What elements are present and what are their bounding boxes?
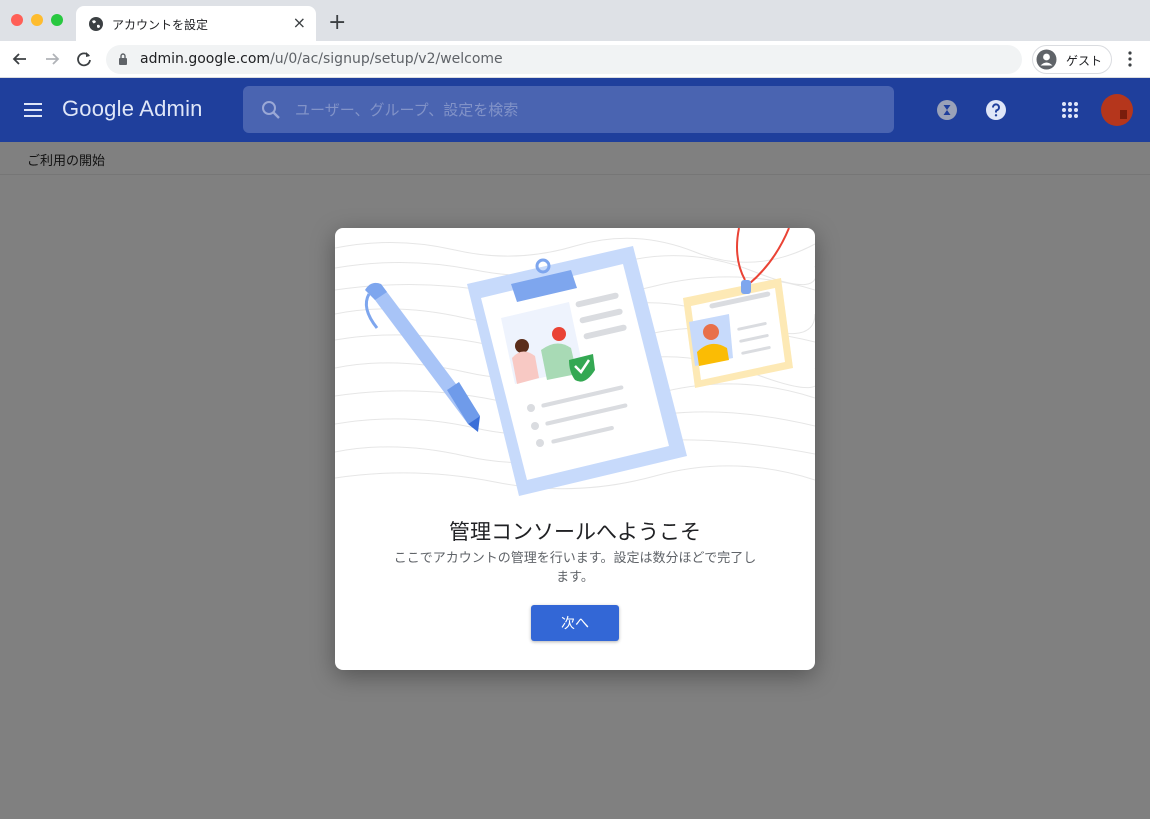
welcome-illustration xyxy=(335,228,815,496)
pen-illustration xyxy=(364,282,480,432)
address-bar[interactable]: admin.google.com/u/0/ac/signup/setup/v2/… xyxy=(106,45,1022,74)
apps-grid-icon[interactable] xyxy=(1059,99,1081,121)
profile-label: ゲスト xyxy=(1066,54,1103,68)
dialog-body-line2: ます。 xyxy=(556,570,594,585)
more-menu-icon[interactable] xyxy=(1124,49,1136,69)
tab-close-icon[interactable]: × xyxy=(293,14,306,32)
breadcrumb-bar: ご利用の開始 xyxy=(0,142,1150,175)
help-icon[interactable] xyxy=(985,99,1007,121)
avatar-mark xyxy=(1120,110,1127,119)
search-input[interactable] xyxy=(295,86,875,133)
globe-icon xyxy=(89,17,103,31)
dialog-body-line1: ここでアカウントの管理を行います。設定は数分ほどで完了し xyxy=(393,551,757,566)
app-header: Google Admin xyxy=(0,78,1150,142)
google-admin-logo[interactable]: Google Admin xyxy=(62,96,203,122)
browser-tab[interactable]: アカウントを設定 × xyxy=(76,6,316,41)
window-minimize-button[interactable] xyxy=(31,14,43,26)
lock-icon xyxy=(119,53,127,65)
dialog-body: ここでアカウントの管理を行います。設定は数分ほどで完了し ます。 xyxy=(365,549,785,587)
clipboard-illustration xyxy=(467,246,687,496)
search-box[interactable] xyxy=(243,86,894,133)
tab-title: アカウントを設定 xyxy=(112,18,209,32)
url-host: admin.google.com xyxy=(140,51,271,67)
hourglass-icon[interactable] xyxy=(936,99,958,121)
reload-icon[interactable] xyxy=(73,48,95,70)
welcome-dialog: 管理コンソールへようこそ ここでアカウントの管理を行います。設定は数分ほどで完了… xyxy=(335,228,815,670)
window-close-button[interactable] xyxy=(11,14,23,26)
avatar[interactable] xyxy=(1101,94,1133,126)
breadcrumb: ご利用の開始 xyxy=(27,154,106,169)
search-icon xyxy=(262,101,280,119)
profile-icon xyxy=(1036,49,1057,70)
dialog-title: 管理コンソールへようこそ xyxy=(449,520,701,544)
url-text: admin.google.com/u/0/ac/signup/setup/v2/… xyxy=(140,51,503,67)
back-icon[interactable] xyxy=(9,48,31,70)
menu-icon[interactable] xyxy=(24,102,44,118)
id-badge-illustration xyxy=(683,228,793,388)
new-tab-button[interactable]: + xyxy=(328,10,346,36)
browser-tabbar: アカウントを設定 × + xyxy=(0,0,1150,41)
forward-icon[interactable] xyxy=(41,48,63,70)
url-path: /u/0/ac/signup/setup/v2/welcome xyxy=(270,51,503,67)
next-button[interactable]: 次へ xyxy=(531,605,619,641)
profile-button[interactable]: ゲスト xyxy=(1032,45,1112,74)
browser-toolbar: admin.google.com/u/0/ac/signup/setup/v2/… xyxy=(0,41,1150,78)
window-zoom-button[interactable] xyxy=(51,14,63,26)
